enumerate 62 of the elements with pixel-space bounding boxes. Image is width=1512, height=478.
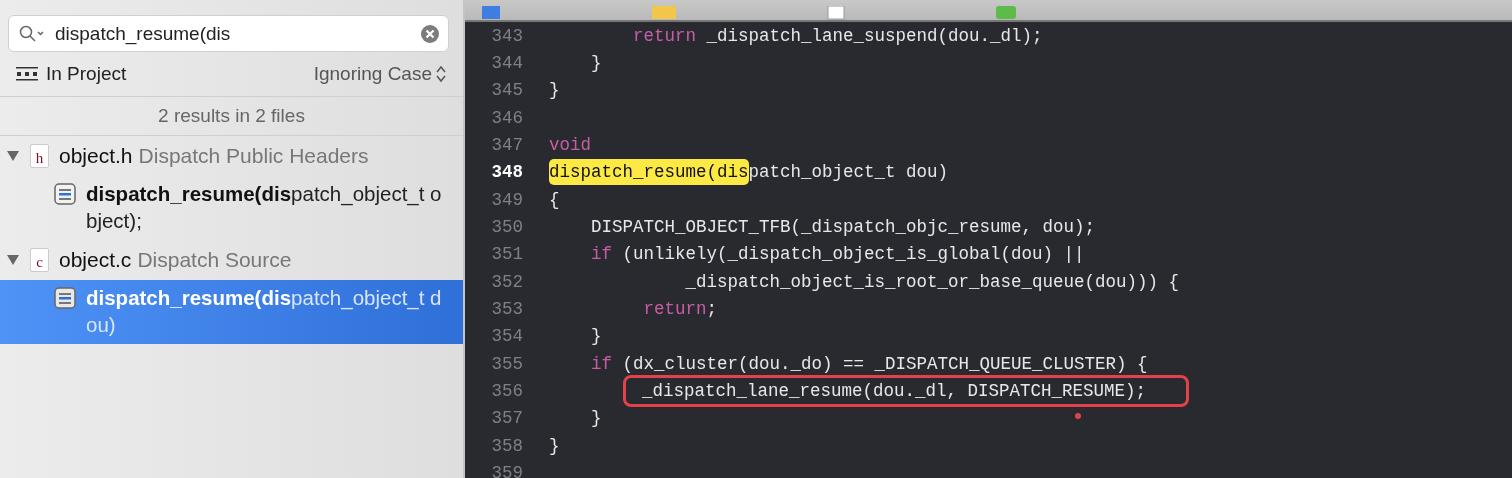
expanded-triangle-icon[interactable] [6,150,20,162]
code-text: } [590,408,602,429]
code-text: } [549,435,560,456]
file-icon[interactable] [827,6,845,20]
chevron-icon [435,64,447,84]
result-item[interactable]: dispatch_resume(dispatch_object_t object); [0,176,463,240]
file-icon: h [30,144,49,168]
clear-icon[interactable] [420,23,440,44]
line-number: 356 [490,380,523,401]
code-text: DISPATCH_OBJECT_TFB(_dispatch_objc_resume, dou); [590,216,1096,237]
line-number: 354 [490,326,523,347]
code-text: _dispatch_lane_resume(dou._dl, DISPATCH_RESUME); [642,380,1147,401]
results-summary: 2 results in 2 files [158,105,305,127]
result-item[interactable]: dispatch_resume(dispatch_object_t dou) [0,280,463,344]
line-number: 355 [490,353,523,374]
code-text: patch_object_t dou) [748,162,949,183]
marker-dot [1075,412,1081,419]
code-text: } [590,326,602,347]
result-text: dispatch_resume(dispatch_object_t object); [86,181,442,234]
line-number: 349 [490,189,523,210]
result-text: dispatch_resume(dispatch_object_t dou) [86,285,442,338]
file-name[interactable]: object.h [59,144,133,168]
line-number: 357 [490,408,523,429]
case-popup[interactable]: Ignoring Case [313,63,447,85]
code-keyword: if [590,244,612,265]
code-keyword: if [590,353,612,374]
line-number: 358 [490,435,523,456]
code-text: _dispatch_lane_suspend(dou._dl); [705,25,1043,46]
line-number: 347 [490,134,523,155]
search-match: dispatch_resume(dis [549,159,749,186]
line-number: 350 [490,216,523,237]
code-text: (dx_cluster(dou._do) == _DISPATCH_QUEUE_CLUSTER) { [621,353,1148,374]
search-field[interactable]: dispatch_resume(dis [8,15,449,52]
code-text: } [549,80,560,101]
group-name: Dispatch Public Headers [138,144,369,168]
line-number: 352 [490,271,523,292]
search-icon[interactable] [19,24,45,43]
line-number: 344 [490,53,523,73]
line-number: 348 [490,162,523,183]
code-keyword: return [642,298,707,319]
line-number: 351 [490,244,523,265]
code-text: { [549,189,560,210]
line-number: 346 [490,107,523,128]
group-name: Dispatch Source [137,248,292,272]
file-name[interactable]: object.c [59,248,132,272]
expanded-triangle-icon[interactable] [6,254,20,266]
code-text: (unlikely(_dispatch_object_is_global(dou) || [621,244,1085,265]
code-text: } [590,53,602,73]
list-icon [54,183,76,205]
code-text: ; [706,298,718,319]
line-number: 359 [490,462,523,478]
scope-button[interactable]: In Project [16,63,127,85]
scope-icon [16,67,38,81]
file-icon: c [30,248,49,272]
code-keyword: void [549,134,591,155]
line-number: 345 [490,80,523,101]
list-icon [54,287,76,309]
project-icon[interactable] [481,6,501,20]
line-number: 353 [490,298,523,319]
line-number: 343 [490,25,523,46]
code-keyword: return [632,25,697,46]
code-text: _dispatch_object_is_root_or_base_queue(dou))) { [684,271,1180,292]
